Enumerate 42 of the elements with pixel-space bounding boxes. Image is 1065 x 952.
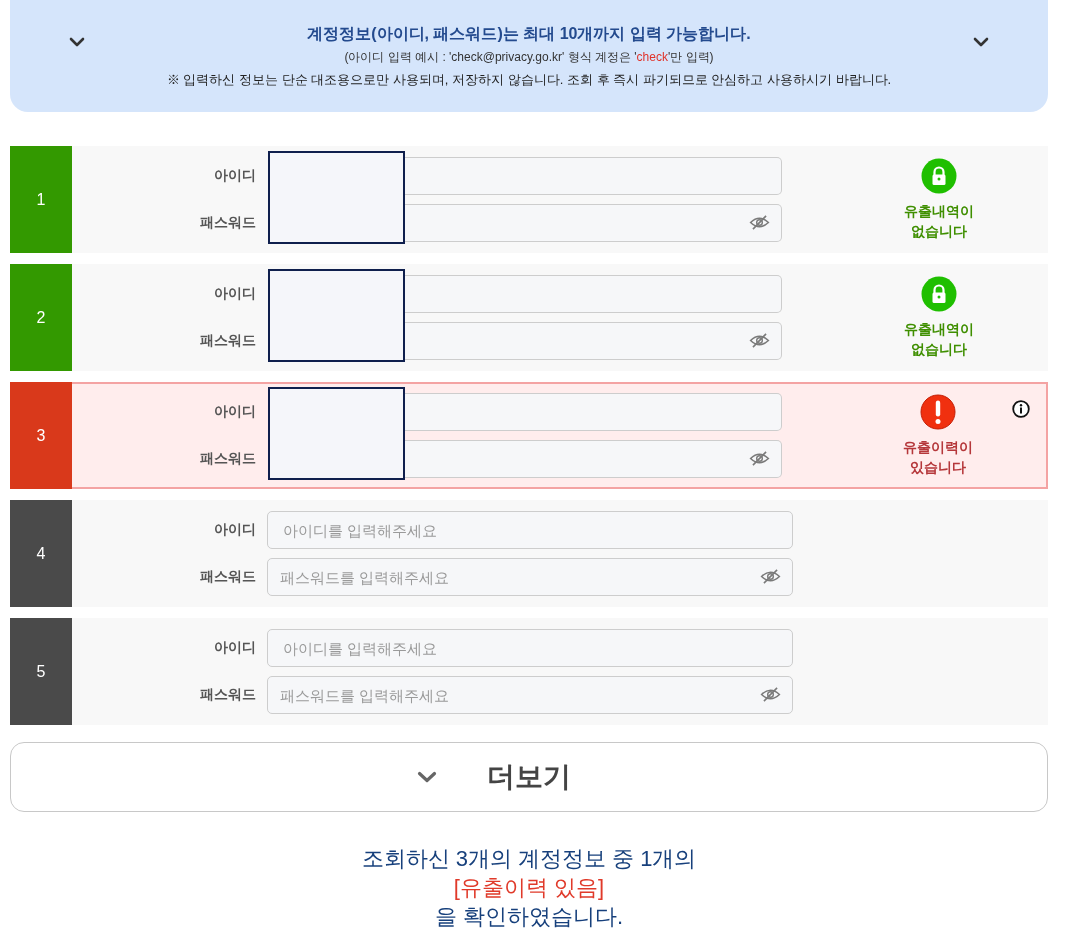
row-number: 1 (10, 146, 72, 253)
eye-slash-icon[interactable] (749, 215, 770, 230)
more-button[interactable]: 더보기 (10, 742, 1048, 812)
password-label: 패스워드 (199, 214, 257, 232)
id-label: 아이디 (213, 403, 257, 421)
chevron-down-icon[interactable] (973, 37, 989, 47)
result-summary: 조회하신 3개의 계정정보 중 1개의 [유출이력 있음] 을 확인하였습니다. (360, 845, 698, 931)
password-field[interactable] (405, 440, 782, 478)
password-label: 패스워드 (199, 686, 256, 704)
id-label: 아이디 (213, 639, 256, 657)
eye-slash-icon[interactable] (749, 451, 770, 466)
id-field[interactable]: 아이디를 입력해주세요 (267, 511, 793, 549)
chevron-down-icon (417, 771, 437, 783)
password-label: 패스워드 (199, 568, 256, 586)
info-icon[interactable] (1012, 400, 1030, 418)
row-number: 2 (10, 264, 72, 371)
row-number: 4 (10, 500, 72, 607)
example-note: (아이디 입력 예시 : 'check@privacy.go.kr' 형식 계정은 'check'만 입력) (343, 49, 715, 66)
eye-slash-icon[interactable] (749, 333, 770, 348)
id-label: 아이디 (213, 521, 256, 539)
password-field[interactable] (405, 204, 782, 242)
id-field[interactable] (405, 275, 782, 313)
status-text: 유출이력이 있습니다 (902, 438, 974, 477)
chevron-down-icon[interactable] (69, 37, 85, 47)
password-label: 패스워드 (199, 332, 257, 350)
row-number: 5 (10, 618, 72, 725)
password-field[interactable]: 패스워드를 입력해주세요 (267, 558, 793, 596)
id-label: 아이디 (213, 167, 257, 185)
row-number: 3 (10, 382, 72, 489)
password-field[interactable]: 패스워드를 입력해주세요 (267, 676, 793, 714)
id-field[interactable] (405, 157, 782, 195)
status-text: 유출내역이 없습니다 (903, 320, 975, 359)
id-field[interactable]: 아이디를 입력해주세요 (267, 629, 793, 667)
password-field[interactable] (405, 322, 782, 360)
id-label: 아이디 (213, 285, 257, 303)
privacy-note: ※ 입력하신 정보는 단순 대조용으로만 사용되며, 저장하지 않습니다. 조회 후 즉시 파기되므로 안심하고 사용하시기 바랍니다. (165, 71, 893, 89)
password-label: 패스워드 (199, 450, 257, 468)
notice-title: 계정정보(아이디, 패스워드)는 최대 10개까지 입력 가능합니다. (306, 24, 752, 44)
id-field[interactable] (405, 393, 782, 431)
eye-slash-icon[interactable] (760, 569, 781, 584)
eye-slash-icon[interactable] (760, 687, 781, 702)
status-text: 유출내역이 없습니다 (903, 202, 975, 241)
